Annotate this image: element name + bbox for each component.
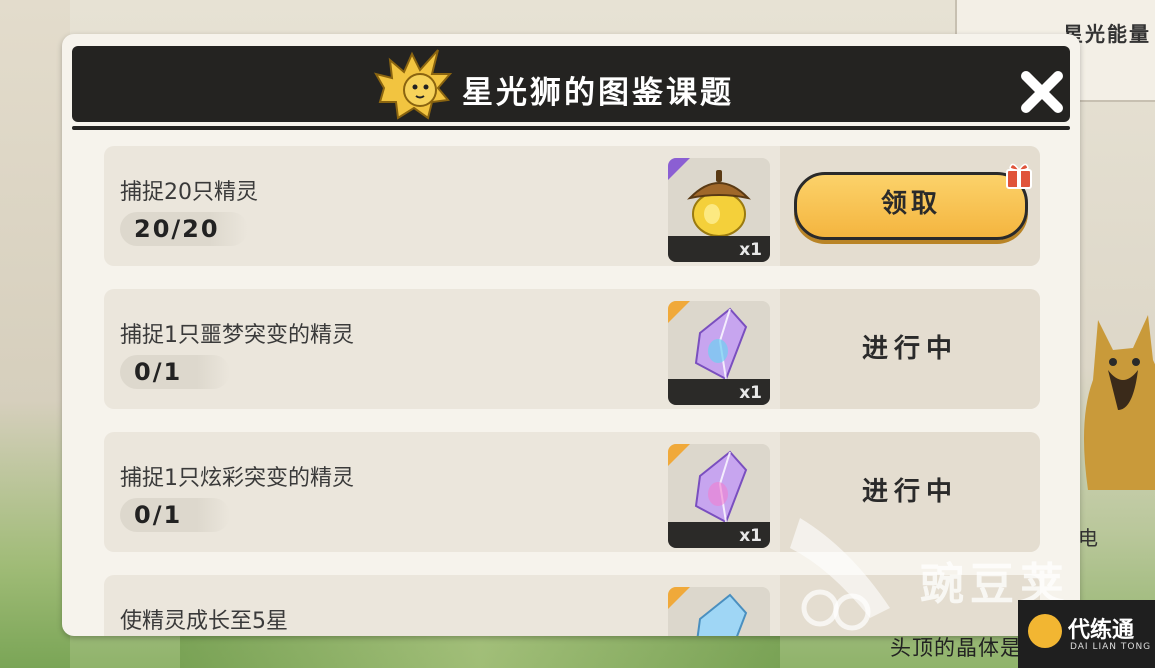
handbook-task-dialog: 星光狮的图鉴课题 捕捉20只精灵 20/20 x1 领取 捕捉1只噩梦突变的精灵…: [62, 34, 1080, 636]
reward-count-bar: x1: [668, 379, 770, 405]
badge-name: 代练通: [1068, 618, 1135, 643]
background-left-scene: [0, 0, 70, 668]
task-row: 捕捉20只精灵 20/20 x1 领取: [104, 146, 1040, 266]
star-lion-icon: [373, 49, 453, 120]
task-row: 捕捉1只噩梦突变的精灵 0/1 x1 进行中: [104, 289, 1040, 409]
badge-logo-icon: [1028, 614, 1062, 648]
task-progress: 20/20: [120, 212, 248, 246]
task-action-panel: [780, 575, 1040, 636]
gift-icon: [1006, 163, 1032, 189]
task-status: 进行中: [861, 334, 958, 364]
corner-badge: 代练通 DAI LIAN TONG: [1018, 600, 1155, 668]
reward-slot[interactable]: [668, 587, 770, 636]
reward-count: x1: [739, 526, 762, 546]
crystal-icon: [696, 593, 748, 636]
task-title: 使精灵成长至5星: [120, 609, 288, 634]
task-action-panel: 领取: [780, 146, 1040, 266]
task-status: 进行中: [861, 477, 958, 507]
reward-count: x1: [739, 240, 762, 260]
reward-count: x1: [739, 383, 762, 403]
dialog-title: 星光狮的图鉴课题: [462, 75, 734, 111]
reward-count-bar: x1: [668, 522, 770, 548]
task-progress: 0/1: [120, 498, 230, 532]
task-list[interactable]: 捕捉20只精灵 20/20 x1 领取 捕捉1只噩梦突变的精灵 0/1 x1 进…: [104, 146, 1040, 636]
dialog-header: 星光狮的图鉴课题: [72, 46, 1070, 122]
task-progress: 0/1: [120, 355, 230, 389]
acorn-icon: [687, 170, 751, 237]
crystal-icon: [694, 450, 748, 524]
badge-subtitle: DAI LIAN TONG: [1070, 642, 1152, 652]
task-title: 捕捉1只炫彩突变的精灵: [120, 466, 354, 491]
task-row: 使精灵成长至5星: [104, 575, 1040, 636]
task-title: 捕捉20只精灵: [120, 180, 258, 205]
task-row: 捕捉1只炫彩突变的精灵 0/1 x1 进行中: [104, 432, 1040, 552]
reward-slot[interactable]: x1: [668, 301, 770, 405]
background-grass: [180, 636, 780, 668]
task-action-panel: 进行中: [780, 289, 1040, 409]
reward-slot[interactable]: x1: [668, 158, 770, 262]
claim-button[interactable]: 领取: [794, 172, 1028, 240]
reward-slot[interactable]: x1: [668, 444, 770, 548]
task-action-panel: 进行中: [780, 432, 1040, 552]
close-icon[interactable]: [1018, 68, 1066, 116]
task-title: 捕捉1只噩梦突变的精灵: [120, 323, 354, 348]
background-bottom-text: 头顶的晶体是: [890, 636, 1022, 660]
header-divider: [72, 126, 1070, 130]
crystal-icon: [694, 307, 748, 381]
lion-creature-art: [1084, 315, 1155, 490]
background-side-text: 电: [1078, 526, 1098, 550]
reward-count-bar: x1: [668, 236, 770, 262]
